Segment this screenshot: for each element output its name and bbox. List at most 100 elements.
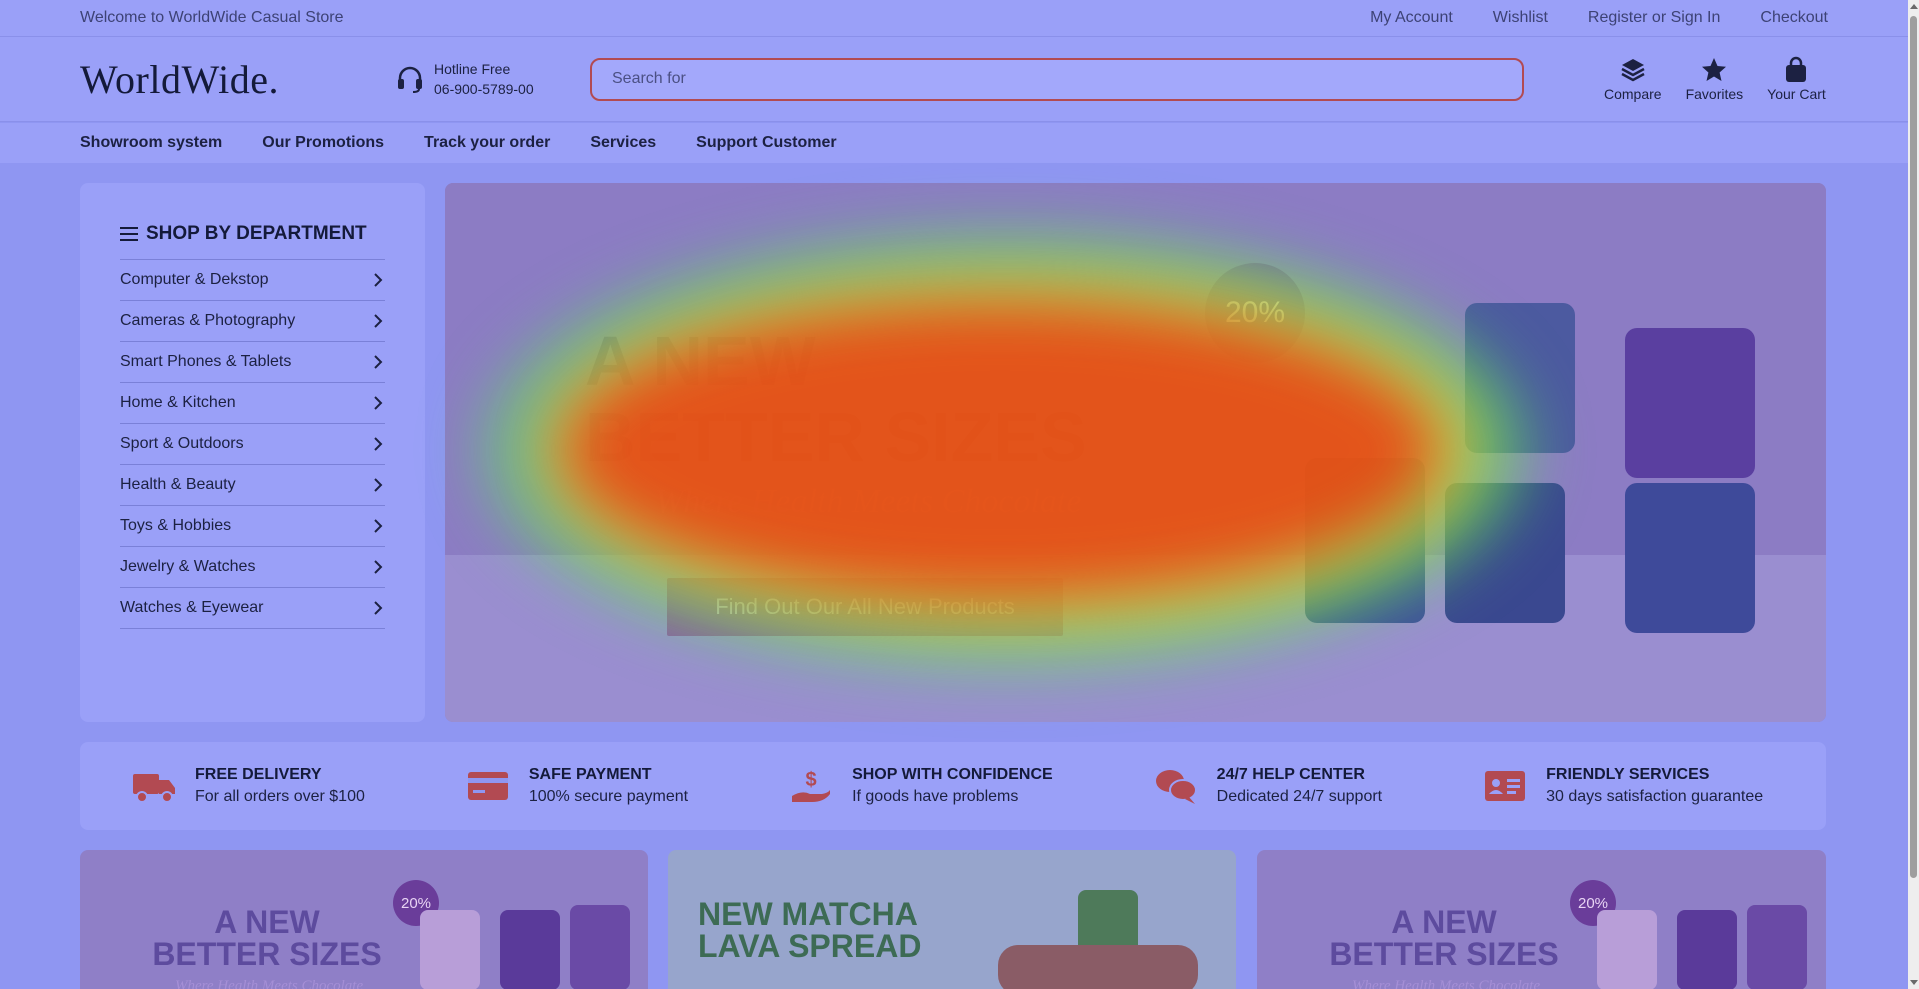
product-jar-image: [1597, 910, 1657, 989]
chevron-right-icon: [374, 396, 383, 410]
bag-icon: [1786, 56, 1807, 82]
nav-our-promotions[interactable]: Our Promotions: [262, 134, 384, 152]
chevron-right-icon: [374, 314, 383, 328]
department-list: Computer & Dekstop Cameras & Photography S…: [120, 259, 385, 629]
hand-dollar-icon: $: [792, 769, 831, 802]
feature-friendly-services: FRIENDLY SERVICES 30 days satisfaction g…: [1482, 766, 1763, 806]
sidebar-title-text: SHOP BY DEPARTMENT: [146, 223, 367, 244]
chevron-right-icon: [374, 560, 383, 574]
feature-free-delivery: FREE DELIVERY For all orders over $100: [131, 766, 365, 806]
department-item-label: Smart Phones & Tablets: [120, 353, 292, 370]
department-item-label: Cameras & Photography: [120, 312, 296, 329]
chevron-right-icon: [374, 519, 383, 533]
site-logo[interactable]: WorldWide.: [80, 56, 394, 103]
chevron-right-icon: [374, 601, 383, 615]
product-jar-image: [1445, 483, 1565, 623]
feature-title: FREE DELIVERY: [195, 766, 322, 783]
product-jar-image: [1747, 905, 1807, 989]
favorites-label: Favorites: [1685, 86, 1744, 102]
promo-title: NEW MATCHA LAVA SPREAD: [698, 896, 922, 964]
feature-desc: If goods have problems: [852, 788, 1019, 805]
register-sign-in-link[interactable]: Register or Sign In: [1588, 9, 1721, 27]
feature-shop-with-confidence: $ SHOP WITH CONFIDENCE If goods have pro…: [788, 766, 1053, 806]
hero-discount-badge: 20%: [1205, 263, 1305, 363]
hotline-number[interactable]: 06-900-5789-00: [434, 79, 534, 99]
department-item[interactable]: Cameras & Photography: [120, 301, 385, 342]
top-bar: Welcome to WorldWide Casual Store My Acc…: [0, 0, 1908, 37]
feature-safe-payment: SAFE PAYMENT 100% secure payment: [465, 766, 688, 806]
product-jar-image: [1677, 910, 1737, 989]
scroll-down-arrow-icon[interactable]: [1910, 980, 1918, 985]
top-links: My Account Wishlist Register or Sign In …: [1370, 9, 1828, 27]
chevron-right-icon: [374, 437, 383, 451]
department-item[interactable]: Jewelry & Watches: [120, 547, 385, 588]
feature-title: 24/7 HELP CENTER: [1216, 766, 1365, 783]
department-item[interactable]: Home & Kitchen: [120, 383, 385, 424]
search-box[interactable]: [590, 57, 1524, 101]
site-header: WorldWide. Hotline Free 06-900-5789-00 C…: [0, 37, 1908, 122]
product-jar-image: [1625, 328, 1755, 478]
chat-icon: [1155, 770, 1197, 804]
department-item-label: Jewelry & Watches: [120, 558, 256, 575]
nav-services[interactable]: Services: [590, 134, 656, 152]
cart-label: Your Cart: [1767, 86, 1826, 102]
menu-icon: [120, 227, 138, 241]
hero-title: A NEW BETTER SIZES: [585, 323, 1087, 475]
svg-text:$: $: [806, 769, 817, 791]
product-board-image: [998, 945, 1198, 989]
page-scrollbar[interactable]: [1908, 0, 1919, 989]
promo-banner-3[interactable]: A NEW BETTER SIZES Where Health Meets Ch…: [1257, 850, 1826, 989]
scrollbar-thumb[interactable]: [1910, 16, 1917, 878]
department-item[interactable]: Computer & Dekstop: [120, 260, 385, 301]
compare-label: Compare: [1604, 86, 1662, 102]
nav-support-customer[interactable]: Support Customer: [696, 134, 836, 152]
headset-icon: [398, 66, 422, 93]
my-account-link[interactable]: My Account: [1370, 9, 1453, 27]
promo-title: A NEW BETTER SIZES: [1329, 904, 1559, 972]
promo-banner-2[interactable]: NEW MATCHA LAVA SPREAD: [668, 850, 1236, 989]
scroll-up-arrow-icon[interactable]: [1910, 4, 1918, 9]
search-input[interactable]: [612, 70, 1502, 88]
feature-desc: 100% secure payment: [528, 788, 689, 805]
product-jar-image: [570, 905, 630, 989]
hotline-label: Hotline Free: [434, 61, 511, 77]
chevron-right-icon: [374, 478, 383, 492]
id-card-icon: [1485, 771, 1526, 801]
department-item[interactable]: Health & Beauty: [120, 465, 385, 506]
department-item[interactable]: Sport & Outdoors: [120, 424, 385, 465]
feature-desc: 30 days satisfaction guarantee: [1546, 788, 1764, 805]
checkout-link[interactable]: Checkout: [1760, 9, 1828, 27]
product-jar-image: [500, 910, 560, 989]
header-actions: Compare Favorites Your Cart: [1604, 56, 1826, 102]
feature-title: SHOP WITH CONFIDENCE: [852, 766, 1053, 783]
nav-track-order[interactable]: Track your order: [424, 134, 550, 152]
department-item[interactable]: Watches & Eyewear: [120, 588, 385, 629]
hero-subtitle: Where Health Meets Chocolate: [655, 483, 1082, 520]
truck-icon: [133, 774, 175, 803]
sidebar-title[interactable]: SHOP BY DEPARTMENT: [120, 223, 385, 245]
favorites-button[interactable]: Favorites: [1685, 56, 1744, 102]
hero-table-surface: [445, 555, 1826, 722]
department-item-label: Watches & Eyewear: [120, 599, 264, 616]
department-item[interactable]: Smart Phones & Tablets: [120, 342, 385, 383]
department-item[interactable]: Toys & Hobbies: [120, 506, 385, 547]
promo-banner-1[interactable]: A NEW BETTER SIZES Where Health Meets Ch…: [80, 850, 648, 989]
feature-desc: For all orders over $100: [195, 788, 365, 805]
department-item-label: Health & Beauty: [120, 476, 236, 493]
feature-title: FRIENDLY SERVICES: [1546, 766, 1710, 783]
product-jar-image: [1465, 303, 1575, 453]
chevron-right-icon: [374, 355, 383, 369]
nav-showroom-system[interactable]: Showroom system: [80, 134, 222, 152]
product-jar-image: [1625, 483, 1755, 633]
cart-button[interactable]: Your Cart: [1767, 56, 1826, 102]
hero-banner[interactable]: 20% A NEW BETTER SIZES Where Health Meet…: [445, 183, 1826, 722]
hero-cta-button[interactable]: Find Out Our All New Products: [667, 578, 1063, 636]
main-nav: Showroom system Our Promotions Track you…: [0, 123, 1908, 163]
department-sidebar: SHOP BY DEPARTMENT Computer & Dekstop Cam…: [80, 183, 425, 722]
wishlist-link[interactable]: Wishlist: [1493, 9, 1548, 27]
compare-button[interactable]: Compare: [1604, 56, 1662, 102]
department-item-label: Home & Kitchen: [120, 394, 236, 411]
product-jar-image: [420, 910, 480, 989]
star-icon: [1702, 58, 1727, 81]
welcome-text: Welcome to WorldWide Casual Store: [80, 9, 344, 26]
